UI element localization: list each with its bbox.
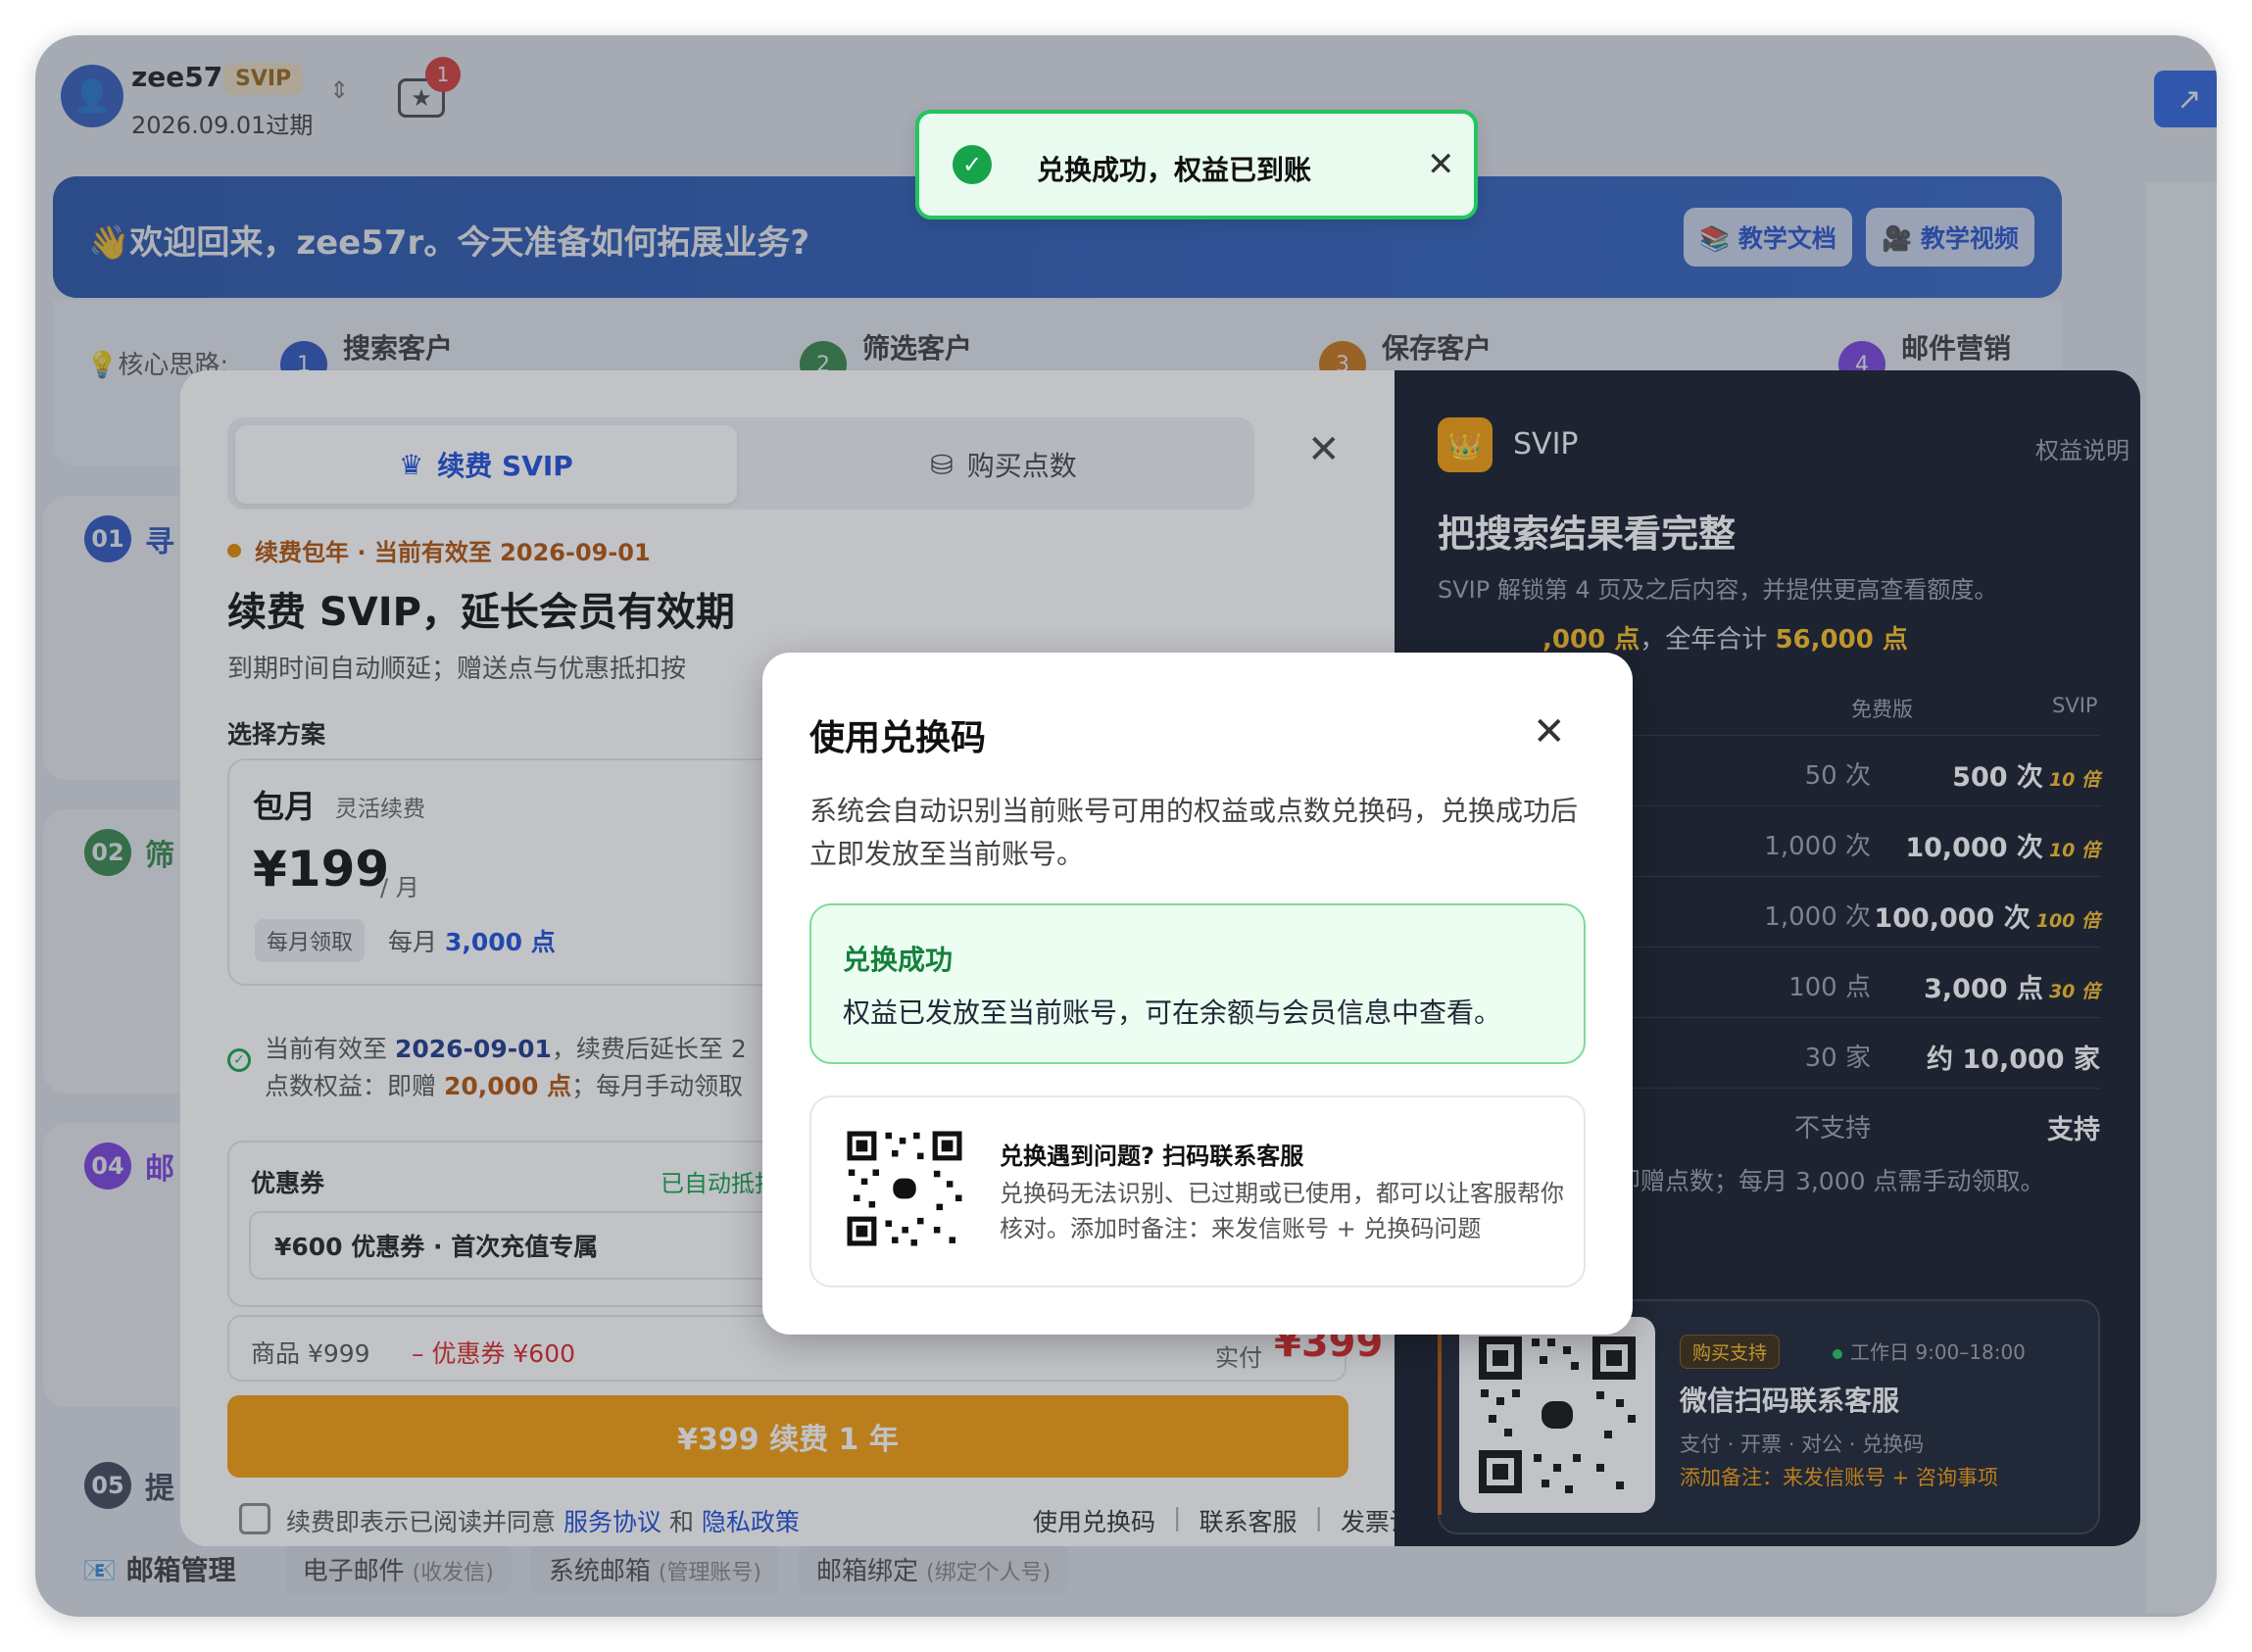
redeem-success-text: 权益已发放至当前账号，可在余额与会员信息中查看。 [843,996,1502,1029]
redeem-dialog: 使用兑换码 ✕ 系统会自动识别当前账号可用的权益或点数兑换码，兑换成功后立即发放… [762,653,1633,1335]
toast-message: 兑换成功，权益已到账 [1037,154,1312,186]
close-icon[interactable]: ✕ [1427,145,1455,184]
help-qr-code [841,1125,968,1252]
app-window: 👤 zee57r SVIP 2026.09.01过期 ⇕ ★ 1 ↗ 👋欢迎回来… [35,35,2217,1617]
redeem-description: 系统会自动识别当前账号可用的权益或点数兑换码，兑换成功后立即发放至当前账号。 [809,795,1579,870]
redeem-success-title: 兑换成功 [843,944,954,976]
redeem-title: 使用兑换码 [809,718,987,758]
close-icon[interactable]: ✕ [1533,709,1566,754]
check-circle-icon: ✓ [953,145,992,184]
help-title: 兑换遇到问题? 扫码联系客服 [1000,1142,1304,1170]
redeem-success-box [809,903,1586,1064]
help-text: 兑换码无法识别、已过期或已使用，都可以让客服帮你核对。添加时备注：来发信账号 +… [1000,1180,1564,1242]
success-toast: ✓ 兑换成功，权益已到账 ✕ [915,110,1478,219]
qr-icon [847,1131,962,1246]
